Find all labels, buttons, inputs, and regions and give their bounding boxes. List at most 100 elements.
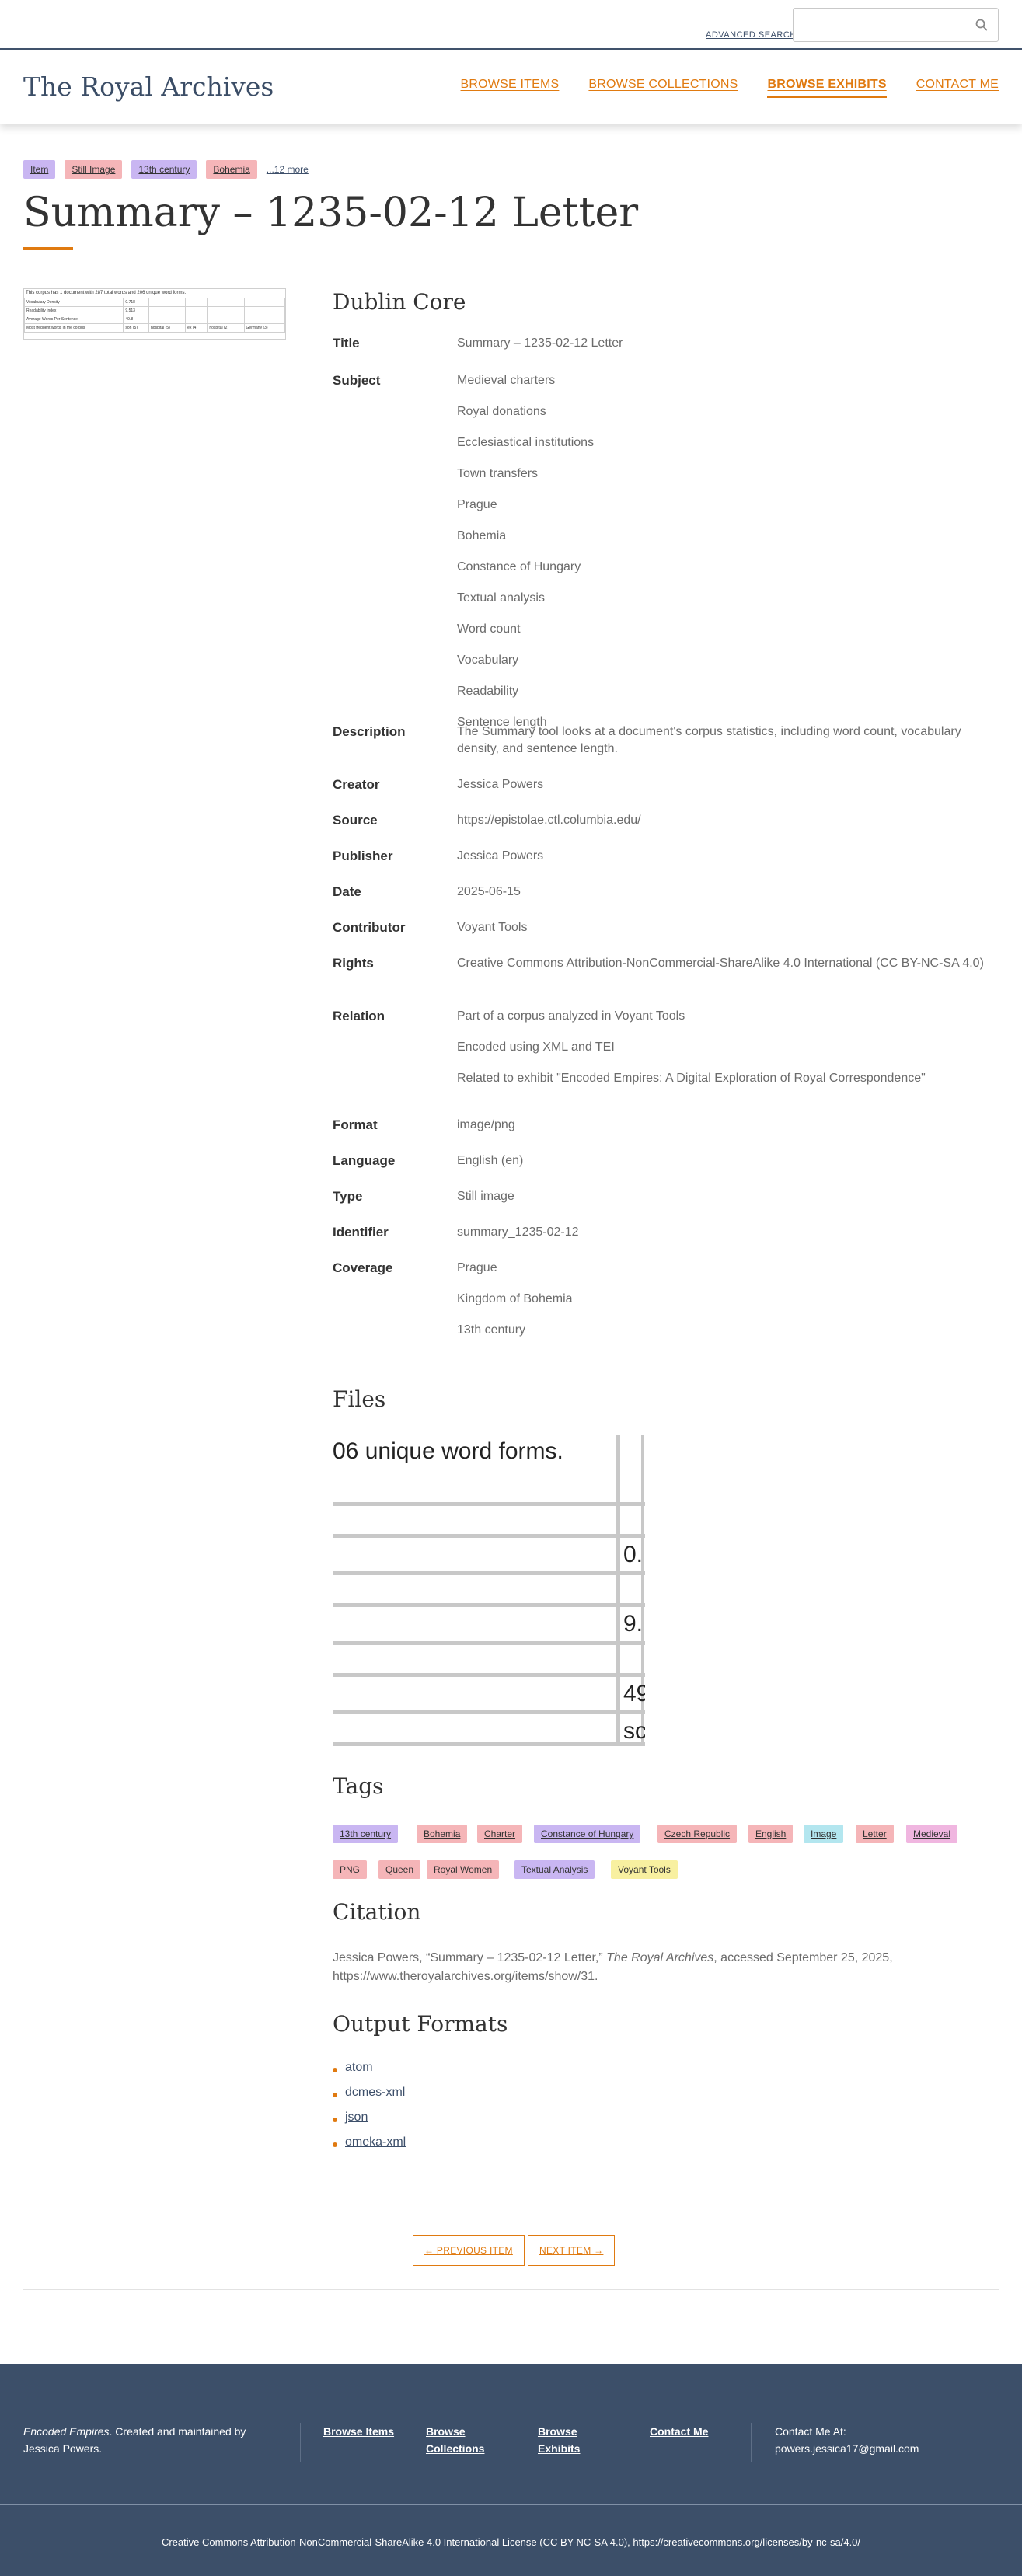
- item-image-column: This corpus has 1 document with 287 tota…: [23, 250, 309, 2212]
- thumbnail-cell: ex (4): [185, 323, 208, 333]
- thumbnail-cell: Average Words Per Sentence: [23, 315, 124, 324]
- tag-link[interactable]: 13th century: [333, 1825, 399, 1843]
- metadata-value: Royal donations: [457, 405, 546, 418]
- thumbnail-row: Most frequent words in the corpus son (5)…: [23, 323, 286, 333]
- tag-link[interactable]: Letter: [856, 1825, 894, 1843]
- output-format-link[interactable]: omeka-xml: [345, 2135, 406, 2149]
- metadata-value: The Summary tool looks at a document's c…: [457, 725, 961, 755]
- item-tag[interactable]: Still Image: [65, 160, 123, 179]
- output-format-link[interactable]: atom: [345, 2061, 373, 2075]
- site-header: The Royal Archives BROWSE ITEMS BROWSE C…: [0, 50, 1022, 124]
- footer-contact: Contact Me At: powers.jessica17@gmail.co…: [775, 2423, 919, 2457]
- nav-contact-me[interactable]: CONTACT ME: [916, 78, 999, 98]
- tag-link[interactable]: Czech Republic: [657, 1825, 738, 1843]
- metadata-value: Voyant Tools: [457, 921, 528, 934]
- search-input[interactable]: [793, 8, 999, 42]
- nav-browse-collections[interactable]: BROWSE COLLECTIONS: [588, 78, 738, 98]
- thumbnail-cell: Germany (3): [243, 323, 286, 333]
- file-image-line: [333, 1742, 645, 1746]
- tag-link[interactable]: PNG: [333, 1860, 368, 1879]
- advanced-search-link[interactable]: ADVANCED SEARCH: [706, 30, 797, 40]
- metadata-value: Creative Commons Attribution-NonCommerci…: [457, 957, 984, 970]
- metadata-label: Format: [333, 1117, 378, 1132]
- previous-item-button[interactable]: ← PREVIOUS ITEM: [413, 2235, 525, 2266]
- metadata-label: Description: [333, 724, 406, 739]
- metadata-value: https://epistolae.ctl.columbia.edu/: [457, 814, 641, 827]
- footer-rule: [0, 2504, 1022, 2505]
- output-formats-heading: Output Formats: [333, 2011, 508, 2037]
- metadata-value: Related to exhibit "Encoded Empires: A D…: [457, 1072, 926, 1085]
- tag-link[interactable]: Queen: [378, 1860, 421, 1879]
- tags-heading: Tags: [333, 1773, 384, 1799]
- footer-about: Encoded Empires. Created and maintained …: [23, 2423, 280, 2457]
- site-footer: Encoded Empires. Created and maintained …: [0, 2364, 1022, 2576]
- tag-link[interactable]: Image: [804, 1825, 844, 1843]
- metadata-value: Constance of Hungary: [457, 560, 581, 573]
- metadata-label: Date: [333, 884, 361, 899]
- thumbnail-row: Average Words Per Sentence 49.8: [23, 315, 286, 324]
- file-image[interactable]: 06 unique word forms. 0. 9. 49 sc: [333, 1435, 645, 1746]
- footer-contact-email[interactable]: powers.jessica17@gmail.com: [775, 2440, 919, 2457]
- footer-link-browse-collections[interactable]: Browse Collections: [426, 2423, 496, 2457]
- footer-link-contact-me[interactable]: Contact Me: [650, 2423, 735, 2440]
- file-image-text: 49: [623, 1681, 645, 1706]
- footer-link-browse-items[interactable]: Browse Items: [323, 2423, 409, 2440]
- thumbnail-cell: [148, 306, 187, 315]
- metadata-label: Relation: [333, 1009, 385, 1023]
- tag-link[interactable]: Textual Analysis: [514, 1860, 595, 1879]
- thumbnail-cell: Most frequent words in the corpus: [23, 323, 124, 333]
- output-format-link[interactable]: dcmes-xml: [345, 2086, 405, 2100]
- thumbnail-cell: hospital (5): [148, 323, 187, 333]
- search-icon[interactable]: [975, 18, 989, 32]
- tag-link[interactable]: Constance of Hungary: [534, 1825, 641, 1843]
- metadata-value: Kingdom of Bohemia: [457, 1292, 573, 1305]
- metadata-label: Source: [333, 813, 378, 828]
- tag-link[interactable]: Charter: [477, 1825, 523, 1843]
- bullet-icon: [333, 2093, 337, 2097]
- item-tag[interactable]: Bohemia: [206, 160, 257, 179]
- metadata-value: Prague: [457, 498, 497, 511]
- file-image-line: [333, 1641, 645, 1645]
- file-image-column-line: [616, 1435, 620, 1746]
- metadata-label: Type: [333, 1189, 363, 1204]
- pagination-divider: [23, 2289, 999, 2290]
- thumbnail-cell: 49.8: [123, 315, 150, 324]
- tag-link[interactable]: Voyant Tools: [611, 1860, 678, 1879]
- tag-link[interactable]: English: [748, 1825, 794, 1843]
- output-format-link[interactable]: json: [345, 2111, 368, 2125]
- nav-browse-exhibits[interactable]: BROWSE EXHIBITS: [767, 78, 887, 98]
- item-thumbnail[interactable]: This corpus has 1 document with 287 tota…: [23, 288, 286, 340]
- thumbnail-table: Vocabulary Density 0.718 Readability Index…: [23, 298, 286, 333]
- site-title-link[interactable]: The Royal Archives: [23, 71, 274, 102]
- metadata-value: Encoded using XML and TEI: [457, 1041, 615, 1054]
- thumbnail-cell: [185, 306, 208, 315]
- item-tag[interactable]: 13th century: [131, 160, 197, 179]
- metadata-value: summary_1235-02-12: [457, 1225, 579, 1239]
- tag-link[interactable]: Medieval: [906, 1825, 958, 1843]
- metadata-value: Medieval charters: [457, 374, 556, 387]
- metadata-label: Rights: [333, 956, 374, 971]
- next-item-button[interactable]: NEXT ITEM →: [528, 2235, 616, 2266]
- thumbnail-cell: 9.513: [123, 306, 150, 315]
- footer-separator: [300, 2423, 301, 2462]
- metadata-value: 2025-06-15: [457, 885, 521, 898]
- thumbnail-row: Readability Index 9.513: [23, 306, 286, 315]
- metadata-label: Identifier: [333, 1225, 389, 1239]
- thumbnail-cell: [148, 315, 187, 324]
- citation-heading: Citation: [333, 1899, 421, 1925]
- tag-link[interactable]: Bohemia: [417, 1825, 468, 1843]
- file-image-text: 9.: [623, 1611, 644, 1637]
- tag-link[interactable]: Royal Women: [427, 1860, 500, 1879]
- thumbnail-cell: [243, 315, 286, 324]
- more-tags-link[interactable]: ...12 more: [267, 164, 309, 175]
- metadata-value: Textual analysis: [457, 591, 545, 605]
- citation-text: Jessica Powers, “Summary – 1235-02-12 Le…: [333, 1949, 999, 1986]
- thumbnail-cell: hospital (2): [207, 323, 245, 333]
- thumbnail-caption: This corpus has 1 document with 287 tota…: [26, 291, 187, 295]
- thumbnail-cell: [148, 298, 187, 307]
- nav-browse-items[interactable]: BROWSE ITEMS: [461, 78, 560, 98]
- bullet-icon: [333, 2118, 337, 2122]
- item-tag[interactable]: Item: [23, 160, 56, 179]
- footer-project-name: Encoded Empires: [23, 2425, 110, 2438]
- footer-link-browse-exhibits[interactable]: Browse Exhibits: [538, 2423, 592, 2457]
